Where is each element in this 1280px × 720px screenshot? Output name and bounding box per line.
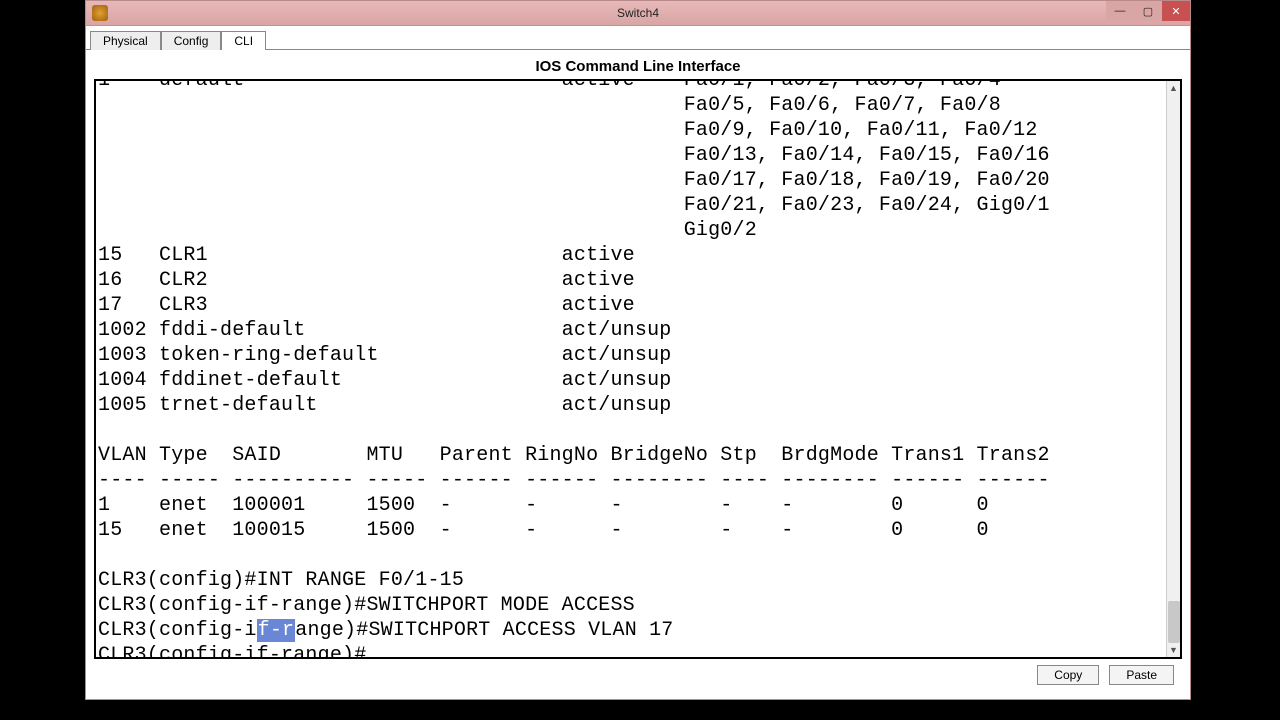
tab-physical[interactable]: Physical: [90, 31, 161, 50]
terminal-line: Fa0/9, Fa0/10, Fa0/11, Fa0/12: [98, 118, 1180, 143]
terminal-line: Gig0/2: [98, 218, 1180, 243]
terminal-line: 1 default active Fa0/1, Fa0/2, Fa0/3, Fa…: [98, 81, 1180, 93]
scroll-down-icon[interactable]: ▼: [1167, 643, 1180, 657]
scroll-up-icon[interactable]: ▲: [1167, 81, 1180, 95]
cli-terminal[interactable]: 1 default active Fa0/1, Fa0/2, Fa0/3, Fa…: [96, 81, 1180, 657]
terminal-line: Fa0/13, Fa0/14, Fa0/15, Fa0/16: [98, 143, 1180, 168]
window-title: Switch4: [617, 6, 659, 20]
titlebar[interactable]: Switch4 — ▢ ✕: [86, 1, 1190, 26]
text-selection: f-r: [257, 619, 296, 642]
copy-button[interactable]: Copy: [1037, 665, 1099, 685]
window-controls: — ▢ ✕: [1106, 1, 1190, 21]
terminal-line: 15 CLR1 active: [98, 243, 1180, 268]
terminal-line: 1005 trnet-default act/unsup: [98, 393, 1180, 418]
cli-button-row: Copy Paste: [94, 659, 1182, 685]
app-icon: [92, 5, 108, 21]
tab-config[interactable]: Config: [161, 31, 222, 50]
cli-heading: IOS Command Line Interface: [94, 58, 1182, 75]
terminal-line: VLAN Type SAID MTU Parent RingNo BridgeN…: [98, 443, 1180, 468]
terminal-line: 1 enet 100001 1500 - - - - - 0 0: [98, 493, 1180, 518]
tab-bar: Physical Config CLI: [86, 26, 1190, 49]
terminal-line: CLR3(config-if-range)#SWITCHPORT ACCESS …: [98, 618, 1180, 643]
terminal-line: 16 CLR2 active: [98, 268, 1180, 293]
minimize-button[interactable]: —: [1106, 1, 1134, 21]
terminal-line: [98, 418, 1180, 443]
app-window: Switch4 — ▢ ✕ Physical Config CLI IOS Co…: [85, 0, 1191, 700]
scroll-thumb[interactable]: [1168, 601, 1180, 643]
terminal-line: 1003 token-ring-default act/unsup: [98, 343, 1180, 368]
terminal-line: Fa0/17, Fa0/18, Fa0/19, Fa0/20: [98, 168, 1180, 193]
terminal-line: 1002 fddi-default act/unsup: [98, 318, 1180, 343]
terminal-line: 17 CLR3 active: [98, 293, 1180, 318]
terminal-line: [98, 543, 1180, 568]
terminal-line: ---- ----- ---------- ----- ------ -----…: [98, 468, 1180, 493]
terminal-prompt-line: CLR3(config-if-range)#: [98, 643, 1180, 657]
close-button[interactable]: ✕: [1162, 1, 1190, 21]
tab-cli[interactable]: CLI: [221, 31, 266, 50]
terminal-line: 15 enet 100015 1500 - - - - - 0 0: [98, 518, 1180, 543]
terminal-scrollbar[interactable]: ▲ ▼: [1166, 81, 1180, 657]
terminal-line: CLR3(config)#INT RANGE F0/1-15: [98, 568, 1180, 593]
terminal-line: Fa0/21, Fa0/23, Fa0/24, Gig0/1: [98, 193, 1180, 218]
terminal-container: 1 default active Fa0/1, Fa0/2, Fa0/3, Fa…: [94, 79, 1182, 659]
terminal-line: 1004 fddinet-default act/unsup: [98, 368, 1180, 393]
terminal-line: Fa0/5, Fa0/6, Fa0/7, Fa0/8: [98, 93, 1180, 118]
terminal-line: CLR3(config-if-range)#SWITCHPORT MODE AC…: [98, 593, 1180, 618]
maximize-button[interactable]: ▢: [1134, 1, 1162, 21]
paste-button[interactable]: Paste: [1109, 665, 1174, 685]
cli-panel: IOS Command Line Interface 1 default act…: [86, 49, 1190, 693]
